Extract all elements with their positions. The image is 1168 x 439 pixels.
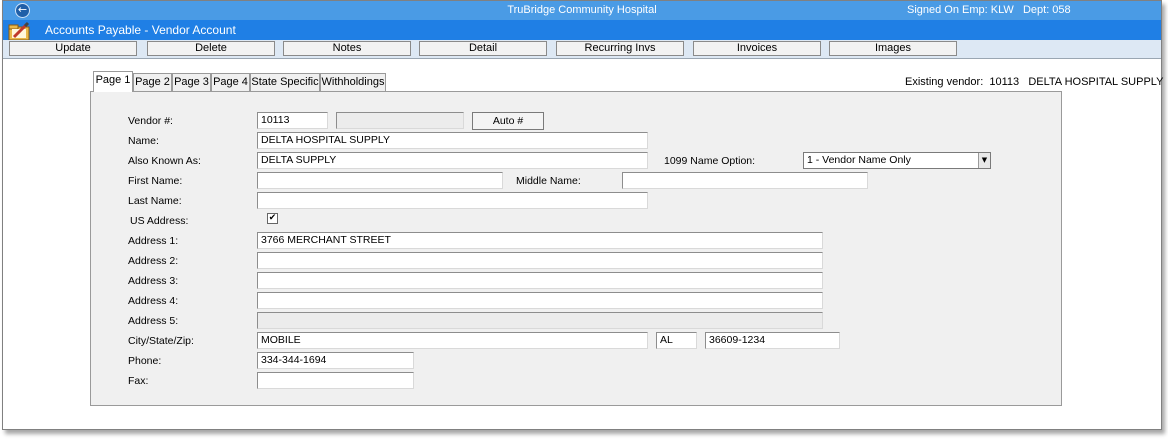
- vendor-number-field[interactable]: 10113: [257, 112, 328, 129]
- update-button[interactable]: Update: [9, 41, 137, 56]
- first-name-field[interactable]: [257, 172, 503, 189]
- us-address-label: US Address:: [130, 215, 189, 227]
- name-field[interactable]: DELTA HOSPITAL SUPPLY: [257, 132, 648, 149]
- city-state-zip-label: City/State/Zip:: [128, 335, 194, 347]
- chevron-down-icon[interactable]: ▼: [978, 153, 990, 168]
- address-2-label: Address 2:: [128, 255, 179, 267]
- address-4-field[interactable]: [257, 292, 823, 309]
- first-name-label: First Name:: [128, 175, 183, 187]
- detail-button[interactable]: Detail: [419, 41, 547, 56]
- delete-button[interactable]: Delete: [147, 41, 275, 56]
- aka-field[interactable]: DELTA SUPPLY: [257, 152, 648, 169]
- vendor-number-label: Vendor #:: [128, 115, 173, 127]
- vendor-secondary-field[interactable]: [336, 112, 464, 129]
- address-3-field[interactable]: [257, 272, 823, 289]
- module-title: Accounts Payable - Vendor Account: [45, 23, 236, 37]
- recurring-invs-button[interactable]: Recurring Invs: [556, 41, 684, 56]
- us-address-checkbox[interactable]: ✔: [267, 213, 278, 224]
- name-label: Name:: [128, 135, 159, 147]
- name-option-select[interactable]: 1 - Vendor Name Only ▼: [803, 152, 991, 169]
- folder-pencil-icon: [8, 21, 30, 41]
- fax-field[interactable]: [257, 372, 414, 389]
- tab-page-3[interactable]: Page 3: [172, 73, 211, 91]
- last-name-field[interactable]: [257, 192, 648, 209]
- action-toolbar: Update Delete Notes Detail Recurring Inv…: [3, 40, 1161, 59]
- aka-label: Also Known As:: [128, 155, 201, 167]
- module-header: Accounts Payable - Vendor Account: [3, 20, 1161, 41]
- existing-vendor-label: Existing vendor: 10113 DELTA HOSPITAL SU…: [905, 76, 1164, 88]
- phone-label: Phone:: [128, 355, 162, 367]
- last-name-label: Last Name:: [128, 195, 182, 207]
- title-bar: ← TruBridge Community Hospital Signed On…: [3, 1, 1161, 20]
- name-option-label: 1099 Name Option:: [664, 155, 756, 167]
- auto-number-button[interactable]: Auto #: [472, 112, 544, 130]
- address-5-label: Address 5:: [128, 315, 179, 327]
- tab-state-specific[interactable]: State Specific: [250, 73, 320, 91]
- notes-button[interactable]: Notes: [283, 41, 411, 56]
- address-4-label: Address 4:: [128, 295, 179, 307]
- invoices-button[interactable]: Invoices: [693, 41, 821, 56]
- address-1-field[interactable]: 3766 MERCHANT STREET: [257, 232, 823, 249]
- address-2-field[interactable]: [257, 252, 823, 269]
- signed-on-info: Signed On Emp: KLW Dept: 058: [907, 4, 1071, 16]
- tab-page-1[interactable]: Page 1: [93, 71, 133, 92]
- address-5-field[interactable]: [257, 312, 823, 329]
- name-option-value: 1 - Vendor Name Only: [807, 154, 911, 166]
- phone-field[interactable]: 334-344-1694: [257, 352, 414, 369]
- fax-label: Fax:: [128, 375, 149, 387]
- tab-page-2[interactable]: Page 2: [133, 73, 172, 91]
- middle-name-label: Middle Name:: [516, 175, 581, 187]
- middle-name-field[interactable]: [622, 172, 868, 189]
- address-3-label: Address 3:: [128, 275, 179, 287]
- zip-field[interactable]: 36609-1234: [705, 332, 840, 349]
- tab-withholdings[interactable]: Withholdings: [320, 73, 386, 91]
- address-1-label: Address 1:: [128, 235, 179, 247]
- images-button[interactable]: Images: [829, 41, 957, 56]
- state-field[interactable]: AL: [656, 332, 697, 349]
- tab-page-4[interactable]: Page 4: [211, 73, 250, 91]
- city-field[interactable]: MOBILE: [257, 332, 648, 349]
